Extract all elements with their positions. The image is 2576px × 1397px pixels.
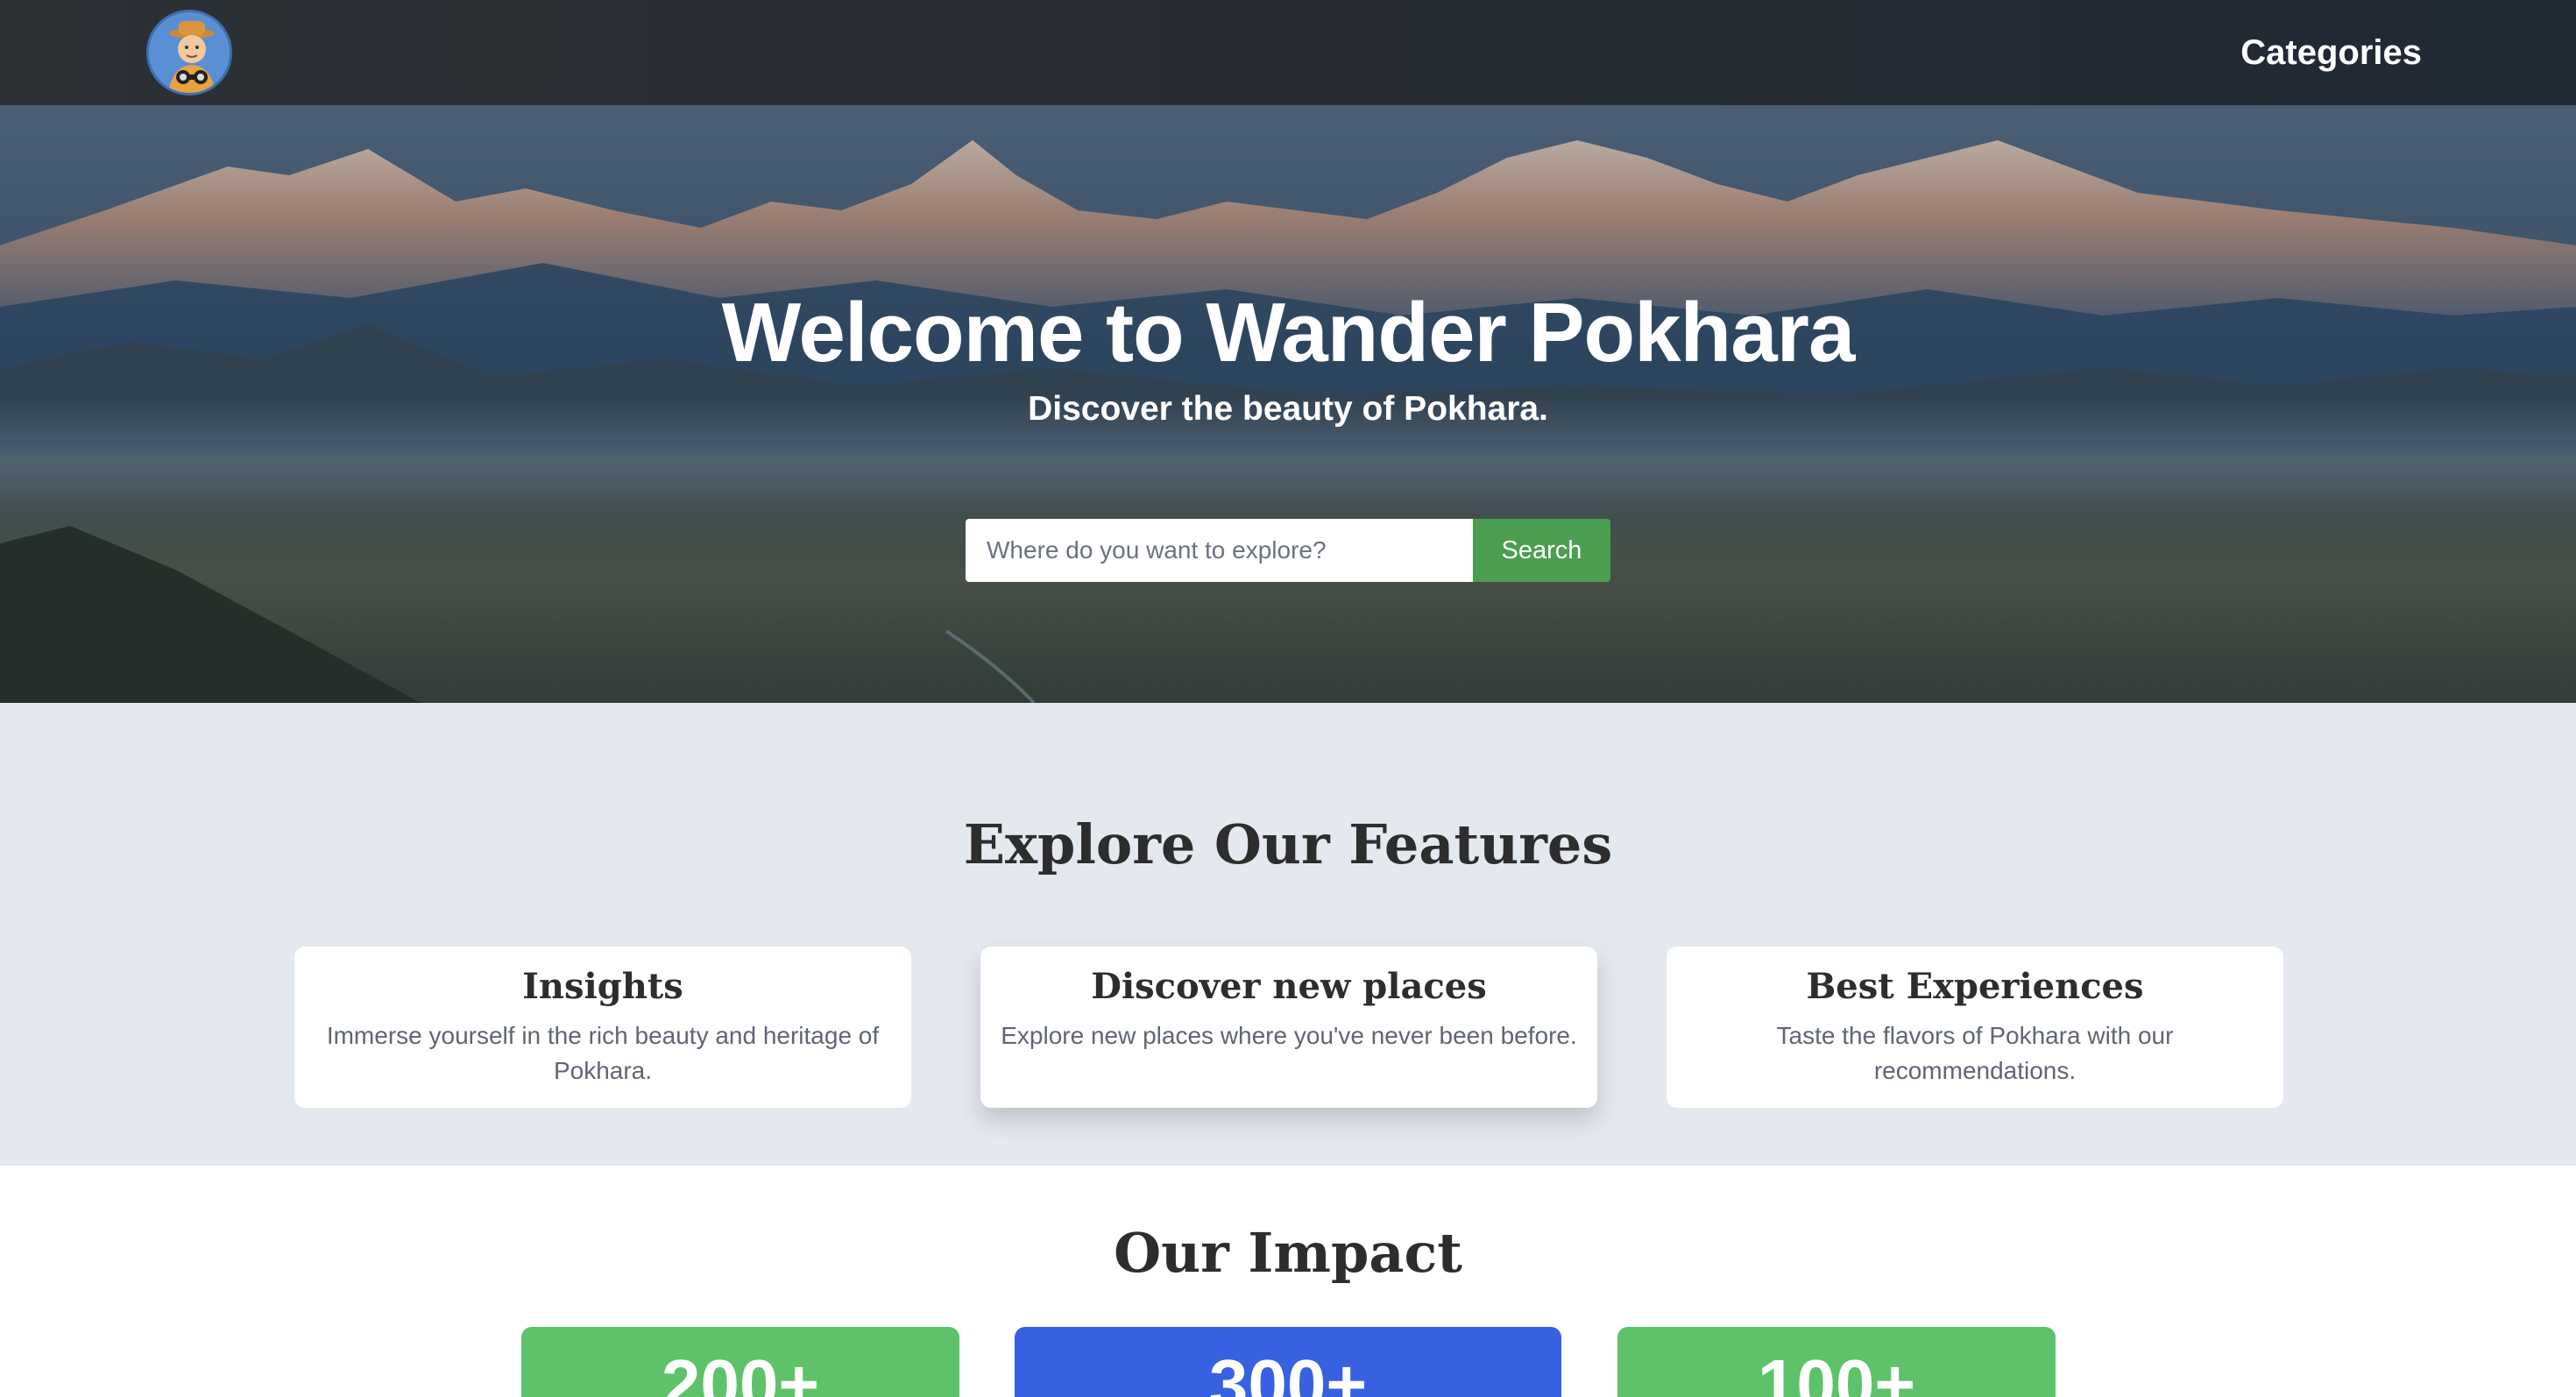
- navbar: Categories: [0, 0, 2576, 105]
- nav-categories-link[interactable]: Categories: [2240, 30, 2422, 75]
- impact-section: Our Impact 200+ 300+ 100+: [0, 1166, 2576, 1397]
- explorer-avatar-logo[interactable]: [146, 10, 232, 96]
- feature-card-title: Discover new places: [1091, 966, 1487, 1007]
- hero-title: Welcome to Wander Pokhara: [721, 286, 1856, 379]
- feature-card-insights[interactable]: Insights Immerse yourself in the rich be…: [294, 947, 911, 1108]
- feature-card-title: Best Experiences: [1806, 966, 2144, 1007]
- feature-card-text: Explore new places where you've never be…: [1001, 1022, 1577, 1049]
- feature-card-text: Immerse yourself in the rich beauty and …: [326, 1022, 880, 1084]
- impact-title: Our Impact: [1114, 1221, 1462, 1285]
- feature-card-discover[interactable]: Discover new places Explore new places w…: [980, 947, 1597, 1108]
- impact-stat-value: 100+: [1757, 1345, 1916, 1397]
- feature-card-experiences[interactable]: Best Experiences Taste the flavors of Po…: [1667, 947, 2283, 1108]
- features-section: Explore Our Features Insights Immerse yo…: [0, 703, 2576, 1166]
- feature-card-text: Taste the flavors of Pokhara with our re…: [1776, 1022, 2174, 1084]
- search-input[interactable]: [966, 519, 1473, 582]
- features-title: Explore Our Features: [963, 812, 1613, 876]
- impact-stat-value: 200+: [661, 1345, 820, 1397]
- impact-stat-value: 300+: [1208, 1345, 1368, 1397]
- hero-banner: Welcome to Wander Pokhara Discover the b…: [0, 105, 2576, 703]
- explorer-avatar-icon: [149, 12, 230, 93]
- feature-card-title: Insights: [522, 966, 683, 1007]
- search-button[interactable]: Search: [1473, 519, 1610, 582]
- impact-stat-card: 300+: [1015, 1327, 1561, 1397]
- impact-stat-card: 100+: [1617, 1327, 2056, 1397]
- hero-subtitle: Discover the beauty of Pokhara.: [1028, 390, 1548, 428]
- impact-stat-card: 200+: [521, 1327, 959, 1397]
- search-bar: Search: [966, 519, 1610, 582]
